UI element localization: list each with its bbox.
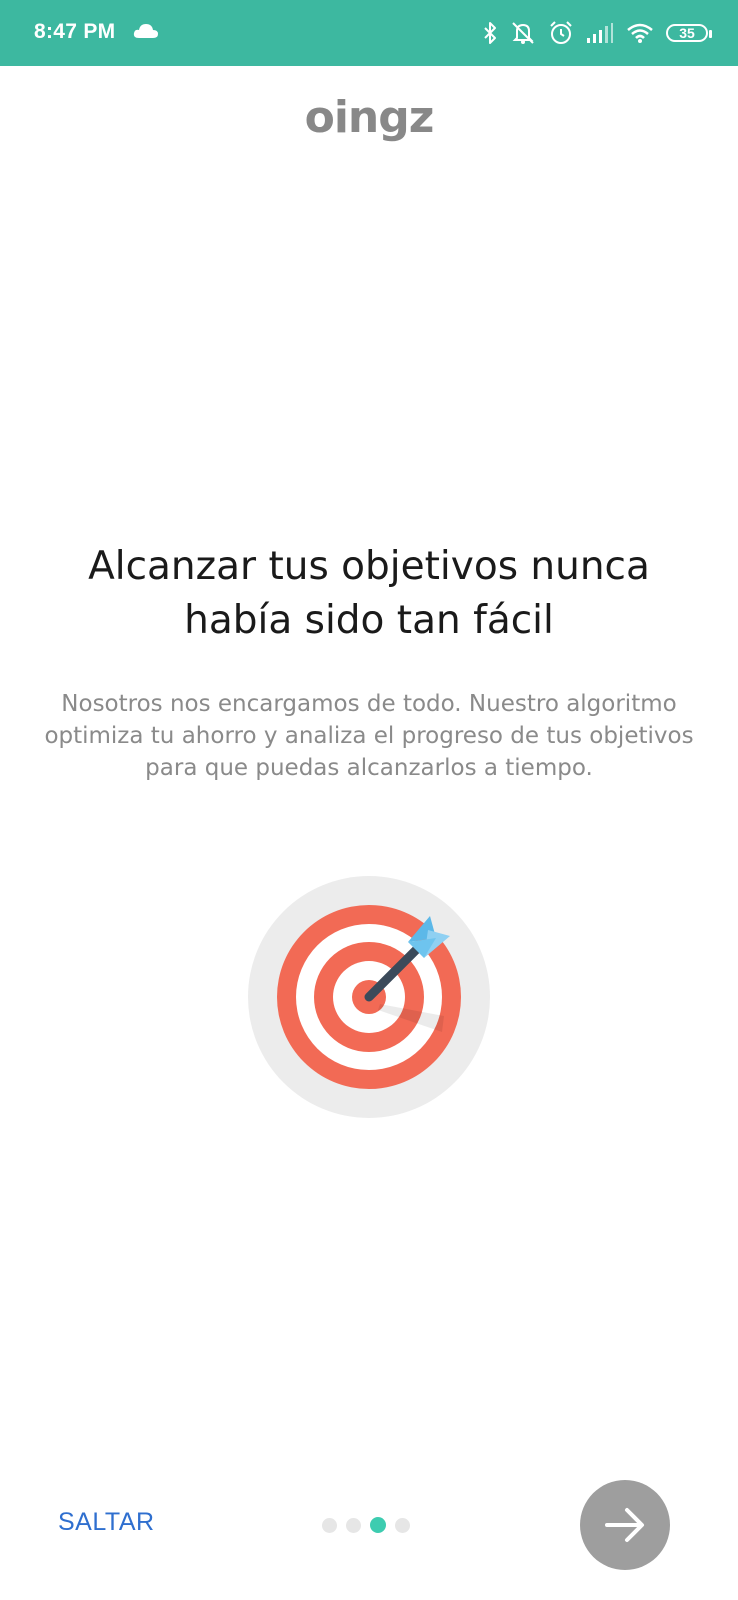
bluetooth-icon: [482, 21, 498, 45]
onboarding-title: Alcanzar tus objetivos nunca había sido …: [88, 544, 650, 643]
status-time: 8:47 PM: [34, 20, 116, 43]
page-dot: [395, 1517, 410, 1533]
skip-button[interactable]: SALTAR: [58, 1508, 155, 1537]
alarm-icon: [548, 20, 574, 46]
status-bar: 8:47 PM 35: [0, 0, 738, 66]
onboarding-description: Nosotros nos encargamos de todo. Nuestro…: [44, 691, 694, 781]
app-logo: oingz: [304, 92, 435, 143]
page-dot: [322, 1517, 337, 1533]
arrow-right-icon: [605, 1508, 644, 1542]
page-dot-active: [370, 1517, 386, 1533]
cloud-icon: [133, 24, 158, 38]
signal-icon: [586, 22, 614, 44]
page-indicator: [322, 1517, 419, 1533]
notifications-off-icon: [510, 20, 536, 46]
page-dot: [346, 1517, 361, 1533]
wifi-icon: [626, 22, 654, 44]
battery-level: 35: [666, 24, 712, 42]
battery-icon: 35: [666, 24, 712, 42]
target-with-arrow-icon: [248, 876, 490, 1118]
status-icons: 35: [470, 18, 712, 48]
next-button[interactable]: [580, 1480, 670, 1570]
